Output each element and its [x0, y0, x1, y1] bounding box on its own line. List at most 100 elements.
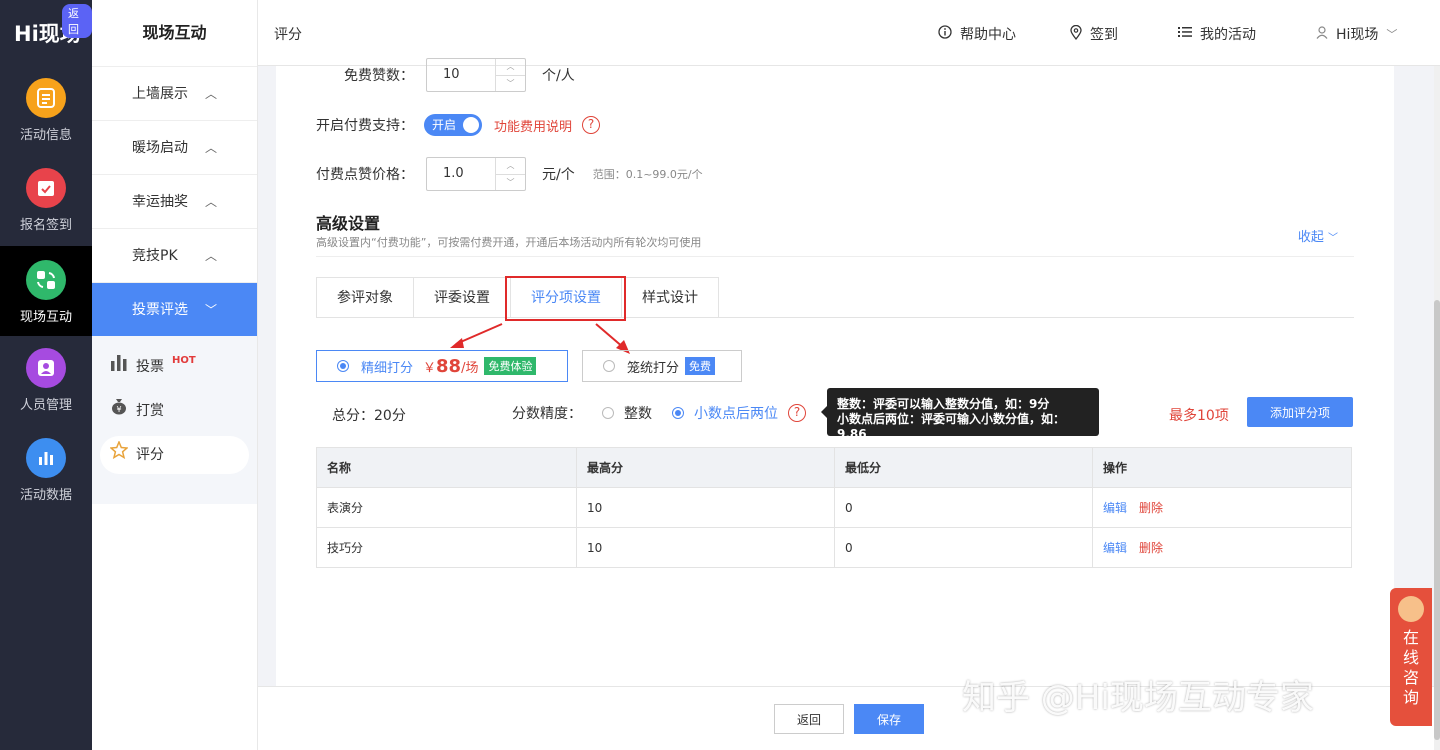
- fine-scoring-option[interactable]: 精细打分 ￥88/场 免费体验: [316, 350, 568, 382]
- scrollbar[interactable]: [1434, 66, 1440, 750]
- nav-label: 活动信息: [19, 128, 72, 143]
- sub-item-label: 投票评选: [132, 302, 188, 318]
- collapse-toggle[interactable]: 收起 ﹀: [1298, 226, 1338, 245]
- sub-item-voting[interactable]: 投票评选 ﹀: [92, 282, 257, 336]
- back-badge[interactable]: 返回: [62, 4, 92, 38]
- stepper-buttons: ︿ ﹀: [495, 158, 525, 190]
- submenu-score[interactable]: 评分: [100, 436, 249, 474]
- my-activities-link[interactable]: 我的活动: [1178, 24, 1256, 44]
- online-consult-button[interactable]: 在 线 咨 询: [1390, 588, 1432, 726]
- edit-link[interactable]: 编辑: [1103, 501, 1127, 515]
- nav-live-interaction[interactable]: 现场互动: [0, 246, 92, 336]
- nav-registration[interactable]: 报名签到: [0, 154, 92, 244]
- sub-item-lottery[interactable]: 幸运抽奖 ︿: [92, 174, 257, 228]
- breadcrumb: 评分: [274, 27, 302, 43]
- fine-scoring-price: ￥88/场: [423, 355, 479, 377]
- bar-chart-icon: [110, 348, 128, 386]
- stepper-value[interactable]: 10: [427, 59, 495, 91]
- submenu-tip[interactable]: ¥ 打赏: [100, 392, 249, 430]
- sub-item-label: 竞技PK: [132, 248, 178, 264]
- sub-item-wall[interactable]: 上墙展示 ︿: [92, 66, 257, 120]
- delete-link[interactable]: 删除: [1139, 541, 1163, 555]
- cell-actions: 编辑 删除: [1092, 487, 1352, 528]
- sub-item-pk[interactable]: 竞技PK ︿: [92, 228, 257, 282]
- question-icon[interactable]: ?: [788, 404, 806, 422]
- help-center-link[interactable]: 帮助中心: [938, 24, 1016, 44]
- stepper-value[interactable]: 1.0: [427, 158, 495, 190]
- chevron-up-icon[interactable]: ︿: [496, 158, 525, 174]
- chevron-down-icon[interactable]: ﹀: [496, 174, 525, 191]
- tab-underline: [316, 317, 1354, 318]
- scrollbar-thumb[interactable]: [1434, 300, 1440, 740]
- fine-scoring-label: 精细打分: [361, 360, 414, 376]
- free-likes-unit: 个/人: [542, 68, 575, 84]
- radio-unselected[interactable]: [603, 360, 615, 372]
- main-panel: 免费赞数： 10 ︿ ﹀ 个/人 开启付费支持： 开启 功能费用说明 ? 付费点赞…: [276, 58, 1394, 686]
- save-button[interactable]: 保存: [854, 704, 924, 734]
- radio-selected[interactable]: [337, 360, 349, 372]
- column-header: 最高分: [576, 447, 835, 488]
- paid-support-toggle[interactable]: 开启: [424, 114, 482, 136]
- help-label: 帮助中心: [960, 27, 1016, 43]
- tab-judges[interactable]: 评委设置: [413, 277, 510, 318]
- checkin-link[interactable]: 签到: [1070, 24, 1118, 44]
- add-score-item-button[interactable]: 添加评分项: [1247, 397, 1353, 427]
- nav-label: 报名签到: [19, 218, 72, 233]
- price-stepper[interactable]: 1.0 ︿ ﹀: [426, 157, 526, 191]
- cell-name: 技巧分: [316, 527, 577, 568]
- option-label: 小数点后两位: [694, 406, 778, 422]
- consult-char: 在: [1402, 628, 1419, 647]
- radio-selected[interactable]: [672, 407, 684, 419]
- precision-integer-option[interactable]: 整数: [602, 403, 652, 423]
- table-row: 技巧分 10 0 编辑 删除: [316, 527, 1352, 568]
- submenu-vote[interactable]: 投票 HOT: [100, 348, 249, 386]
- chevron-up-icon: ︿: [204, 195, 217, 209]
- nav-people[interactable]: 人员管理: [0, 334, 92, 424]
- price-range-hint: 范围：0.1~99.0元/个: [592, 168, 703, 181]
- nav-label: 活动数据: [19, 488, 72, 503]
- cell-name: 表演分: [316, 487, 577, 528]
- divider: [316, 256, 1354, 257]
- chevron-up-icon[interactable]: ︿: [496, 59, 525, 75]
- rough-scoring-option[interactable]: 笼统打分 免费: [582, 350, 742, 382]
- collapse-label: 收起: [1297, 230, 1324, 245]
- back-button[interactable]: 返回: [774, 704, 844, 734]
- stepper-buttons: ︿ ﹀: [495, 59, 525, 91]
- delete-link[interactable]: 删除: [1139, 501, 1163, 515]
- precision-tooltip: 整数：评委可以输入整数分值，如：9分 小数点后两位：评委可输入小数分值，如：9.…: [821, 388, 1099, 441]
- user-menu[interactable]: Hi现场 ﹀: [1316, 24, 1397, 44]
- precision-decimal-option[interactable]: 小数点后两位: [672, 403, 778, 423]
- nav-data[interactable]: 活动数据: [0, 424, 92, 514]
- info-icon: [938, 25, 952, 43]
- table-header-row: 名称 最高分 最低分 操作: [316, 447, 1352, 488]
- chevron-up-icon: ︿: [204, 87, 217, 101]
- free-likes-row: 免费赞数： 10 ︿ ﹀ 个/人: [344, 58, 575, 92]
- chevron-down-icon[interactable]: ﹀: [496, 75, 525, 92]
- sub-item-warmup[interactable]: 暖场启动 ︿: [92, 120, 257, 174]
- column-header: 名称: [316, 447, 577, 488]
- chevron-up-icon: ︿: [204, 249, 217, 263]
- free-likes-stepper[interactable]: 10 ︿ ﹀: [426, 58, 526, 92]
- fee-explanation-link[interactable]: 功能费用说明: [494, 116, 572, 135]
- free-likes-label: 免费赞数：: [344, 68, 414, 84]
- highlight-box: [505, 276, 626, 321]
- nav-label: 人员管理: [19, 398, 72, 413]
- sub-sidebar-title: 现场互动: [142, 23, 207, 42]
- question-icon[interactable]: ?: [582, 116, 601, 134]
- user-name: Hi现场: [1336, 27, 1379, 43]
- free-trial-badge: 免费体验: [484, 357, 537, 375]
- edit-link[interactable]: 编辑: [1103, 541, 1127, 555]
- tab-style-design[interactable]: 样式设计: [621, 277, 719, 318]
- radio-unselected[interactable]: [602, 407, 614, 419]
- chevron-up-icon: ︿: [204, 141, 217, 155]
- price-unit: 元/个: [542, 167, 575, 183]
- watermark: 知乎 @Hi现场互动专家: [962, 678, 1314, 718]
- precision-selector: 分数精度： 整数 小数点后两位 ?: [512, 403, 806, 423]
- price-row: 付费点赞价格： 1.0 ︿ ﹀ 元/个 范围：0.1~99.0元/个: [316, 157, 703, 191]
- interaction-icon: [26, 260, 66, 300]
- checkin-label: 签到: [1090, 27, 1118, 43]
- cell-min: 0: [834, 527, 1093, 568]
- nav-activity-info[interactable]: 活动信息: [0, 64, 92, 154]
- tab-participants[interactable]: 参评对象: [316, 277, 413, 318]
- money-bag-icon: ¥: [110, 392, 128, 430]
